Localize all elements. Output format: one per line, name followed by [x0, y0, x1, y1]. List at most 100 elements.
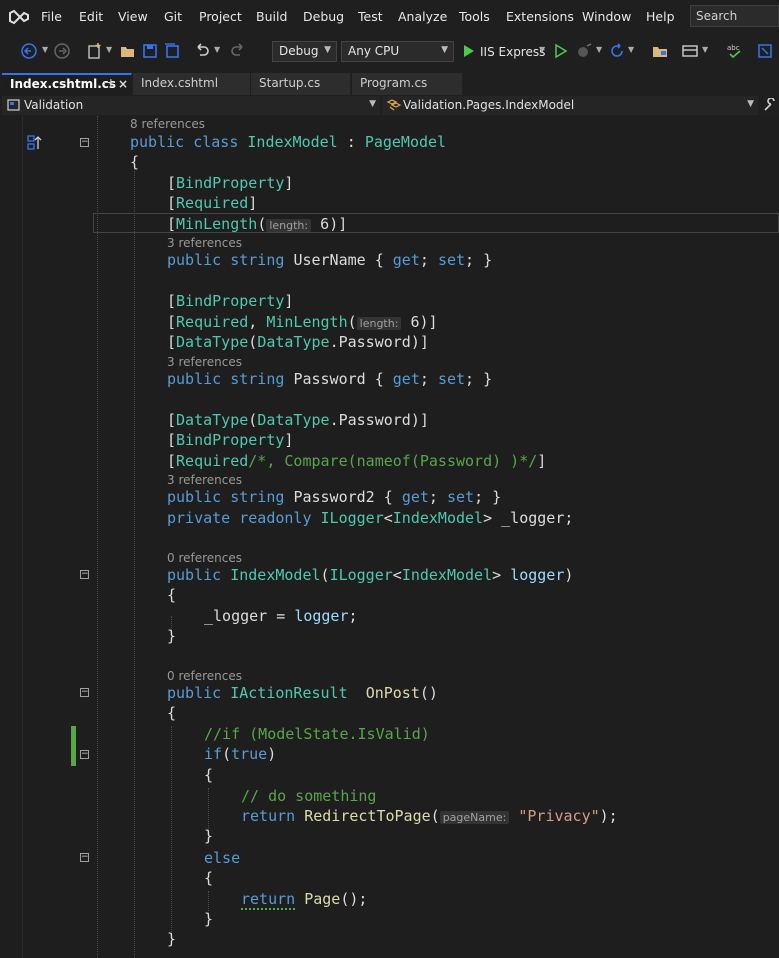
code-line: [BindProperty] [167, 292, 294, 310]
chevron-down-icon: ▼ [747, 99, 754, 109]
glyph-margin [0, 116, 23, 958]
class-path: Validation.Pages.IndexModel [403, 98, 575, 112]
unreachable-code-warning: return [241, 890, 296, 910]
code-line: { [130, 153, 140, 171]
refresh-icon[interactable] [608, 42, 626, 60]
pin-icon[interactable]: ⊣ [103, 78, 112, 89]
menu-help[interactable]: Help [646, 9, 675, 24]
tab-program-cs[interactable]: Program.cs [352, 73, 463, 95]
hot-reload-icon[interactable] [575, 42, 593, 60]
chevron-down-icon: ▼ [324, 45, 331, 55]
run-dropdown-caret[interactable]: ▼ [539, 45, 545, 54]
back-dropdown-caret[interactable]: ▼ [42, 45, 48, 54]
fold-toggle[interactable]: − [80, 750, 89, 759]
tab-startup-cs[interactable]: Startup.cs [251, 73, 351, 95]
layout-dropdown-caret[interactable]: ▼ [702, 45, 708, 54]
undo-dropdown-caret[interactable]: ▼ [214, 45, 220, 54]
spell-check-icon[interactable]: abc [726, 42, 744, 60]
menu-window[interactable]: Window [582, 9, 631, 24]
menu-file[interactable]: File [41, 9, 62, 24]
parameter-hint: length: [356, 317, 402, 330]
tab-index-cshtml[interactable]: Index.cshtml [133, 73, 251, 95]
configuration-dropdown[interactable]: Debug ▼ [272, 41, 337, 62]
back-icon[interactable] [20, 42, 38, 60]
codelens-references[interactable]: 3 references [167, 473, 242, 487]
undo-icon[interactable] [193, 42, 211, 60]
code-line: [DataType(DataType.Password)] [167, 411, 429, 429]
code-line: [MinLength(length: 6)] [167, 215, 348, 233]
indent-guide [134, 160, 135, 958]
save-all-icon[interactable] [163, 42, 181, 60]
class-dropdown[interactable]: Validation.Pages.IndexModel ▼ [382, 96, 758, 115]
hot-reload-dropdown-caret[interactable]: ▼ [596, 45, 602, 54]
fold-toggle[interactable]: − [80, 688, 89, 697]
fold-toggle[interactable]: − [80, 138, 89, 147]
menu-tools[interactable]: Tools [459, 9, 490, 24]
layout-icon[interactable] [681, 42, 699, 60]
menu-extensions[interactable]: Extensions [506, 9, 574, 24]
codelens-references[interactable]: 3 references [167, 236, 242, 250]
fold-toggle[interactable]: − [80, 570, 89, 579]
menu-git[interactable]: Git [164, 9, 182, 24]
document-tab-bar: Index.cshtml.cs ⊣ × Index.cshtml Startup… [0, 70, 779, 95]
fold-toggle[interactable]: − [80, 853, 89, 862]
run-target-label[interactable]: IIS Express [480, 45, 545, 59]
launch-icon[interactable] [756, 42, 774, 60]
code-line: if(true) [204, 745, 277, 763]
sort-icon[interactable] [27, 135, 43, 151]
menu-test[interactable]: Test [358, 9, 383, 24]
code-line: [Required/*, Compare(nameof(Password) )*… [167, 452, 547, 470]
codelens-references[interactable]: 0 references [167, 551, 242, 565]
refresh-dropdown-caret[interactable]: ▼ [628, 45, 634, 54]
menu-debug[interactable]: Debug [303, 9, 344, 24]
save-icon[interactable] [141, 42, 159, 60]
parameter-hint: pageName: [439, 811, 510, 824]
svg-text:abc: abc [727, 44, 740, 52]
search-input[interactable]: Search [690, 5, 779, 27]
menu-analyze[interactable]: Analyze [398, 9, 447, 24]
code-line: public string Password2 { get; set; } [167, 488, 502, 506]
code-editor[interactable]: − − − − − 8 references public class Inde… [0, 116, 779, 958]
wrench-icon[interactable] [762, 98, 777, 113]
indent-guide [97, 116, 98, 958]
code-line: [Required] [167, 194, 258, 212]
code-line: public IActionResult OnPost() [167, 684, 438, 702]
code-line: } [167, 930, 177, 948]
redo-icon[interactable] [229, 42, 247, 60]
code-line: public string UserName { get; set; } [167, 251, 493, 269]
toolbar: ▼ ▼ ▼ Debug ▼ Any CPU ▼ IIS Express ▼ ▼ [0, 33, 779, 71]
project-name: Validation [24, 98, 84, 112]
code-line: return RedirectToPage(pageName: "Privacy… [241, 807, 618, 825]
code-line: } [204, 910, 214, 928]
tab-label: Program.cs [360, 76, 428, 90]
code-line: [BindProperty] [167, 431, 294, 449]
code-line: { [167, 704, 177, 722]
code-line: else [204, 849, 241, 867]
visual-studio-logo[interactable] [8, 7, 30, 27]
open-icon[interactable] [119, 42, 137, 60]
platform-dropdown[interactable]: Any CPU ▼ [341, 41, 454, 62]
code-line: [DataType(DataType.Password)] [167, 333, 429, 351]
folder-icon[interactable] [651, 42, 669, 60]
forward-icon[interactable] [53, 42, 71, 60]
new-project-dropdown-caret[interactable]: ▼ [106, 45, 112, 54]
code-line: _logger = logger; [204, 607, 358, 625]
close-icon[interactable]: × [118, 77, 128, 91]
tab-label: Index.cshtml [141, 76, 219, 90]
new-project-icon[interactable] [86, 42, 104, 60]
indent-guide [171, 726, 172, 938]
menu-project[interactable]: Project [199, 9, 242, 24]
menu-build[interactable]: Build [256, 9, 287, 24]
start-without-debug-icon[interactable] [552, 42, 570, 60]
menu-edit[interactable]: Edit [79, 9, 103, 24]
codelens-references[interactable]: 0 references [167, 669, 242, 683]
tab-index-cshtml-cs[interactable]: Index.cshtml.cs ⊣ × [2, 73, 132, 95]
codelens-references[interactable]: 8 references [130, 117, 205, 131]
code-line: } [167, 627, 177, 645]
menu-view[interactable]: View [118, 9, 148, 24]
code-line: } [204, 827, 214, 845]
codelens-references[interactable]: 3 references [167, 355, 242, 369]
project-dropdown[interactable]: Validation ▼ [2, 96, 380, 115]
run-icon[interactable] [460, 42, 478, 60]
parameter-hint: length: [266, 219, 312, 232]
